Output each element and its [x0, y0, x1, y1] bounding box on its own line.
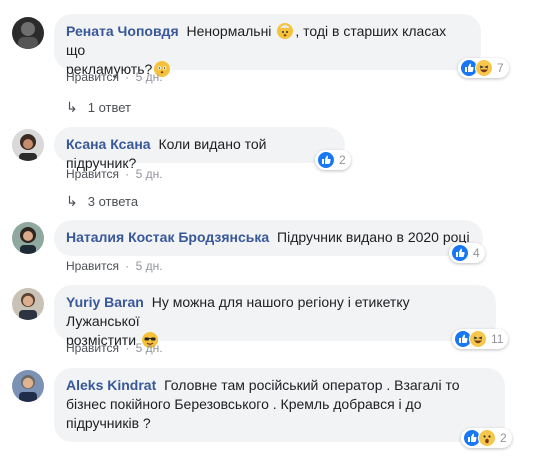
comment-actions: Нравится · 5 дн. [66, 341, 163, 355]
exploding-head-emoji-icon [277, 23, 294, 39]
comment-actions: Нравится · 5 дн. [66, 70, 163, 84]
author-name[interactable]: Ксана Ксана [66, 136, 151, 152]
timestamp[interactable]: 5 дн. [136, 70, 163, 84]
timestamp[interactable]: 5 дн. [136, 341, 163, 355]
avatar[interactable] [12, 370, 44, 402]
reaction-count: 4 [473, 246, 480, 260]
author-name[interactable]: Yuriy Baran [66, 294, 144, 310]
replies-count: 3 ответа [87, 194, 139, 209]
reply-arrow-icon: ↳ [66, 193, 78, 209]
comment-bubble: Рената Чоповдя Ненормальні , тоді в стар… [54, 14, 481, 77]
separator: · [125, 259, 130, 273]
timestamp[interactable]: 5 дн. [136, 167, 163, 181]
avatar[interactable] [12, 288, 44, 320]
comment-text: підручників ? [66, 415, 151, 431]
comment-bubble: Aleks Kindrat Головне там російський опе… [54, 368, 505, 442]
author-name[interactable]: Наталия Костак Бродзянська [66, 229, 269, 245]
laugh-reaction-icon [469, 330, 487, 348]
separator: · [125, 341, 130, 355]
wow-reaction-icon [478, 429, 496, 447]
like-button[interactable]: Нравится [66, 259, 119, 273]
separator: · [125, 70, 130, 84]
reply-arrow-icon: ↳ [66, 99, 78, 115]
separator: · [125, 167, 130, 181]
reaction-summary[interactable]: 4 [449, 243, 485, 263]
reaction-count: 7 [497, 61, 504, 75]
like-reaction-icon [317, 151, 335, 169]
author-name[interactable]: Рената Чоповдя [66, 23, 179, 39]
comment-actions: Нравится · 5 дн. [66, 167, 163, 181]
avatar[interactable] [12, 17, 44, 49]
avatar[interactable] [12, 222, 44, 254]
author-name[interactable]: Aleks Kindrat [66, 377, 156, 393]
comment-bubble: Наталия Костак Бродзянська Підручник вид… [54, 220, 483, 256]
view-replies-button[interactable]: ↳ 3 ответа [66, 193, 138, 210]
like-reaction-icon [451, 244, 469, 262]
reaction-summary[interactable]: 11 [452, 329, 509, 349]
timestamp[interactable]: 5 дн. [136, 259, 163, 273]
reaction-summary[interactable]: 7 [458, 58, 509, 78]
comment-text: Підручник видано в 2020 році [277, 229, 470, 245]
reaction-summary[interactable]: 2 [461, 428, 512, 448]
reaction-count: 11 [491, 332, 504, 346]
reaction-summary[interactable]: 2 [315, 150, 351, 170]
comment-text: Ненормальні [186, 23, 272, 39]
comment-text: Головне там російський оператор . Взагал… [164, 377, 460, 393]
replies-count: 1 ответ [87, 100, 131, 115]
reaction-count: 2 [500, 431, 507, 445]
like-button[interactable]: Нравится [66, 70, 119, 84]
like-button[interactable]: Нравится [66, 341, 119, 355]
laugh-reaction-icon [475, 59, 493, 77]
view-replies-button[interactable]: ↳ 1 ответ [66, 99, 131, 116]
like-button[interactable]: Нравится [66, 167, 119, 181]
avatar[interactable] [12, 129, 44, 161]
comment-bubble: Ксана Ксана Коли видано той підручник? [54, 127, 345, 171]
comment-text: бізнес покійного Березовського . Кремль … [66, 396, 422, 412]
reaction-count: 2 [339, 153, 346, 167]
comment-bubble: Yuriy Baran Ну можна для нашого регіону … [54, 285, 496, 348]
comment-actions: Нравится · 5 дн. [66, 259, 163, 273]
